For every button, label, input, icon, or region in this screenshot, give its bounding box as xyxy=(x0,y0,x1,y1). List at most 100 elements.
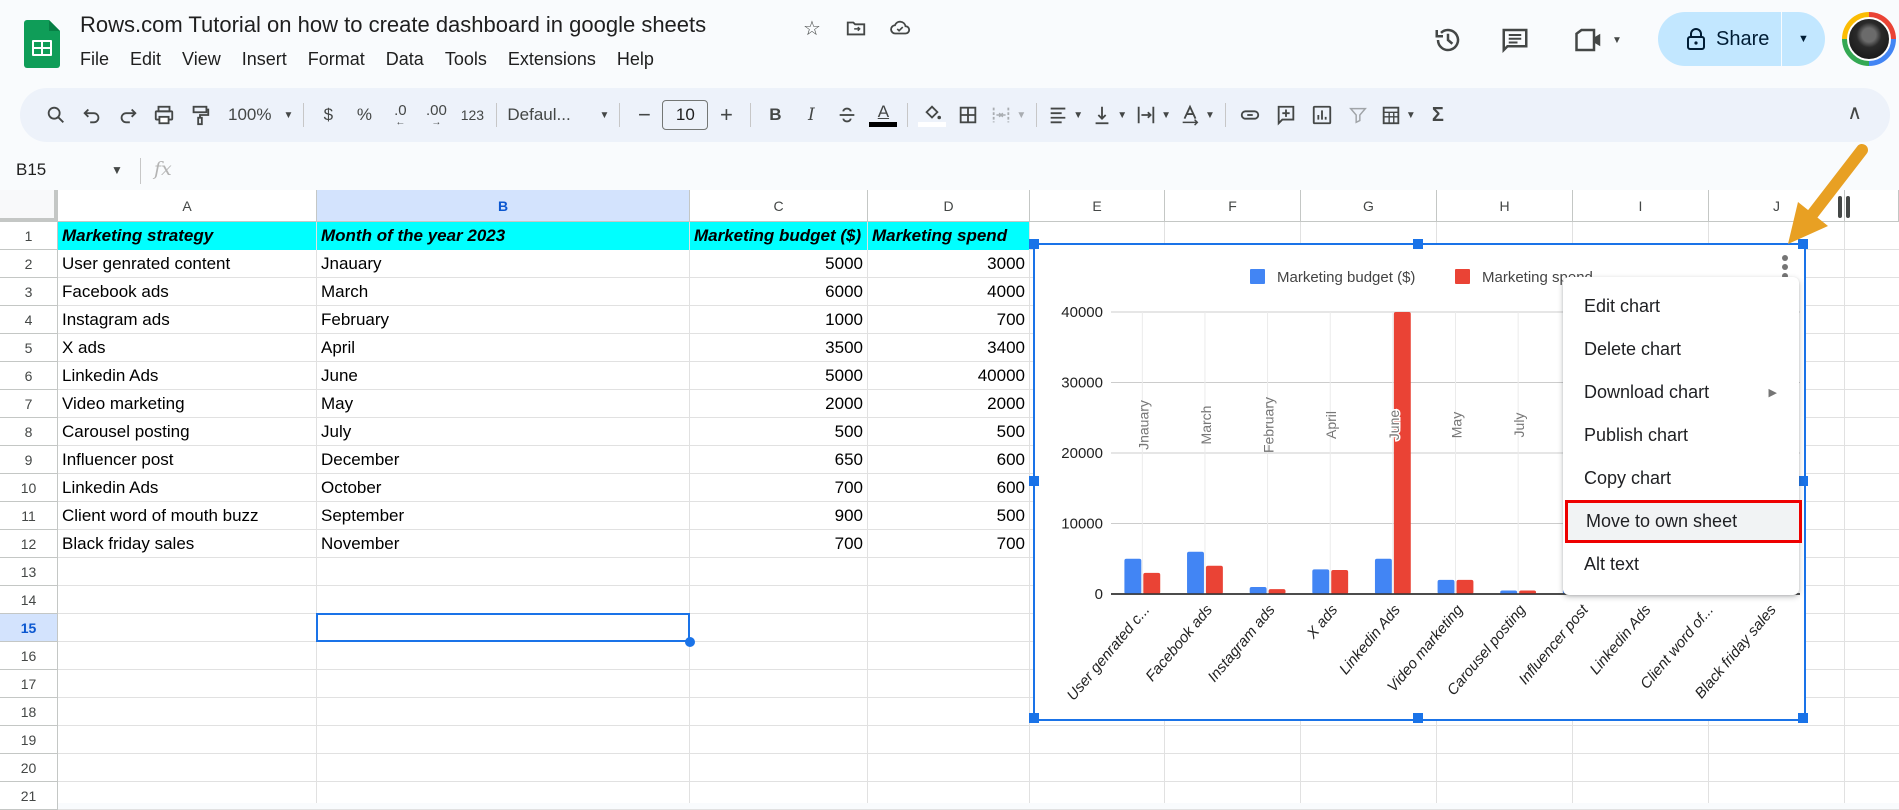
fill-handle[interactable] xyxy=(685,637,695,647)
row-header-10[interactable]: 10 xyxy=(0,474,58,502)
table-cell[interactable]: Instagram ads xyxy=(58,306,316,334)
insert-link-button[interactable] xyxy=(1232,97,1268,133)
search-menus-button[interactable] xyxy=(38,97,74,133)
table-cell[interactable]: Jnauary xyxy=(317,250,689,278)
bold-button[interactable]: B xyxy=(757,97,793,133)
table-cell[interactable]: User genrated content xyxy=(58,250,316,278)
table-cell[interactable]: March xyxy=(317,278,689,306)
text-wrapping-button[interactable]: ▼ xyxy=(1131,97,1175,133)
menu-file[interactable]: File xyxy=(80,49,118,70)
table-cell[interactable]: 700 xyxy=(690,530,867,558)
table-cell[interactable]: July xyxy=(317,418,689,446)
row-header-19[interactable]: 19 xyxy=(0,726,58,754)
table-cell[interactable]: June xyxy=(317,362,689,390)
vertical-align-button[interactable]: ▼ xyxy=(1087,97,1131,133)
row-header-6[interactable]: 6 xyxy=(0,362,58,390)
functions-button[interactable]: Σ xyxy=(1420,97,1456,133)
table-cell[interactable]: 5000 xyxy=(690,362,867,390)
table-cell[interactable]: 5000 xyxy=(690,250,867,278)
decrease-decimal-button[interactable]: .0 ← xyxy=(382,97,418,133)
italic-button[interactable]: I xyxy=(793,97,829,133)
menu-item-download-chart[interactable]: Download chart ▶ xyxy=(1563,371,1799,414)
column-header-a[interactable]: A xyxy=(58,190,317,222)
menu-item-alt-text[interactable]: Alt text xyxy=(1563,543,1799,586)
row-header-1[interactable]: 1 xyxy=(0,222,58,250)
row-header-7[interactable]: 7 xyxy=(0,390,58,418)
paint-format-button[interactable] xyxy=(182,97,218,133)
formula-input[interactable] xyxy=(190,152,1880,186)
menu-tools[interactable]: Tools xyxy=(445,49,496,70)
row-header-5[interactable]: 5 xyxy=(0,334,58,362)
table-cell[interactable]: 600 xyxy=(868,446,1029,474)
chart-resize-handle[interactable] xyxy=(1798,713,1808,723)
menu-view[interactable]: View xyxy=(182,49,230,70)
chart-more-options-icon[interactable] xyxy=(1782,255,1790,279)
undo-button[interactable] xyxy=(74,97,110,133)
table-cell[interactable]: 3500 xyxy=(690,334,867,362)
print-button[interactable] xyxy=(146,97,182,133)
row-header-21[interactable]: 21 xyxy=(0,782,58,810)
text-color-button[interactable]: A xyxy=(865,97,901,133)
table-cell[interactable]: 600 xyxy=(868,474,1029,502)
font-size-input[interactable]: 10 xyxy=(662,100,709,130)
collapse-toolbar-icon[interactable]: ∧ xyxy=(1847,100,1862,125)
row-header-11[interactable]: 11 xyxy=(0,502,58,530)
header-cell[interactable]: Marketing strategy xyxy=(58,222,316,250)
menu-item-copy-chart[interactable]: Copy chart xyxy=(1563,457,1799,500)
account-avatar[interactable] xyxy=(1842,12,1896,66)
zoom-select[interactable]: 100% ▼ xyxy=(218,97,297,133)
menu-insert[interactable]: Insert xyxy=(242,49,296,70)
header-cell[interactable]: Marketing spend xyxy=(868,222,1029,250)
table-cell[interactable]: May xyxy=(317,390,689,418)
insert-comment-button[interactable] xyxy=(1268,97,1304,133)
select-all-corner[interactable] xyxy=(0,190,58,222)
share-dropdown-button[interactable]: ▼ xyxy=(1782,33,1825,45)
table-cell[interactable]: September xyxy=(317,502,689,530)
row-header-16[interactable]: 16 xyxy=(0,642,58,670)
chart-resize-handle[interactable] xyxy=(1798,476,1808,486)
table-cell[interactable]: Linkedin Ads xyxy=(58,474,316,502)
menu-item-publish-chart[interactable]: Publish chart xyxy=(1563,414,1799,457)
increase-decimal-button[interactable]: .00 → xyxy=(418,97,454,133)
menu-item-edit-chart[interactable]: Edit chart xyxy=(1563,285,1799,328)
merge-cells-button[interactable]: ▼ xyxy=(986,97,1030,133)
document-title[interactable]: Rows.com Tutorial on how to create dashb… xyxy=(80,12,706,38)
column-header-e[interactable]: E xyxy=(1030,190,1165,222)
chart-resize-handle[interactable] xyxy=(1029,239,1039,249)
menu-data[interactable]: Data xyxy=(386,49,433,70)
table-cell[interactable]: 6000 xyxy=(690,278,867,306)
table-cell[interactable]: Video marketing xyxy=(58,390,316,418)
menu-format[interactable]: Format xyxy=(308,49,374,70)
row-header-14[interactable]: 14 xyxy=(0,586,58,614)
table-cell[interactable]: 2000 xyxy=(690,390,867,418)
row-header-20[interactable]: 20 xyxy=(0,754,58,782)
menu-extensions[interactable]: Extensions xyxy=(508,49,605,70)
table-cell[interactable]: Linkedin Ads xyxy=(58,362,316,390)
table-cell[interactable]: X ads xyxy=(58,334,316,362)
table-cell[interactable]: 500 xyxy=(868,418,1029,446)
name-box[interactable]: B15 xyxy=(16,160,46,180)
chart-resize-handle[interactable] xyxy=(1413,713,1423,723)
table-cell[interactable]: November xyxy=(317,530,689,558)
column-header-g[interactable]: G xyxy=(1301,190,1437,222)
row-header-17[interactable]: 17 xyxy=(0,670,58,698)
more-formats-button[interactable]: 123 xyxy=(454,97,490,133)
menu-item-delete-chart[interactable]: Delete chart xyxy=(1563,328,1799,371)
table-cell[interactable]: Black friday sales xyxy=(58,530,316,558)
table-cell[interactable]: 650 xyxy=(690,446,867,474)
table-cell[interactable]: 4000 xyxy=(868,278,1029,306)
header-cell[interactable]: Month of the year 2023 xyxy=(317,222,689,250)
table-cell[interactable]: Facebook ads xyxy=(58,278,316,306)
table-cell[interactable]: 500 xyxy=(690,418,867,446)
borders-button[interactable] xyxy=(950,97,986,133)
decrease-font-size-button[interactable]: − xyxy=(626,97,662,133)
table-cell[interactable]: 2000 xyxy=(868,390,1029,418)
increase-font-size-button[interactable]: + xyxy=(708,97,744,133)
format-percent-button[interactable]: % xyxy=(346,97,382,133)
star-icon[interactable]: ☆ xyxy=(800,16,824,40)
cloud-saved-icon[interactable] xyxy=(888,16,912,40)
row-header-2[interactable]: 2 xyxy=(0,250,58,278)
format-currency-button[interactable]: $ xyxy=(310,97,346,133)
comments-icon[interactable] xyxy=(1497,22,1533,58)
table-cell[interactable]: December xyxy=(317,446,689,474)
